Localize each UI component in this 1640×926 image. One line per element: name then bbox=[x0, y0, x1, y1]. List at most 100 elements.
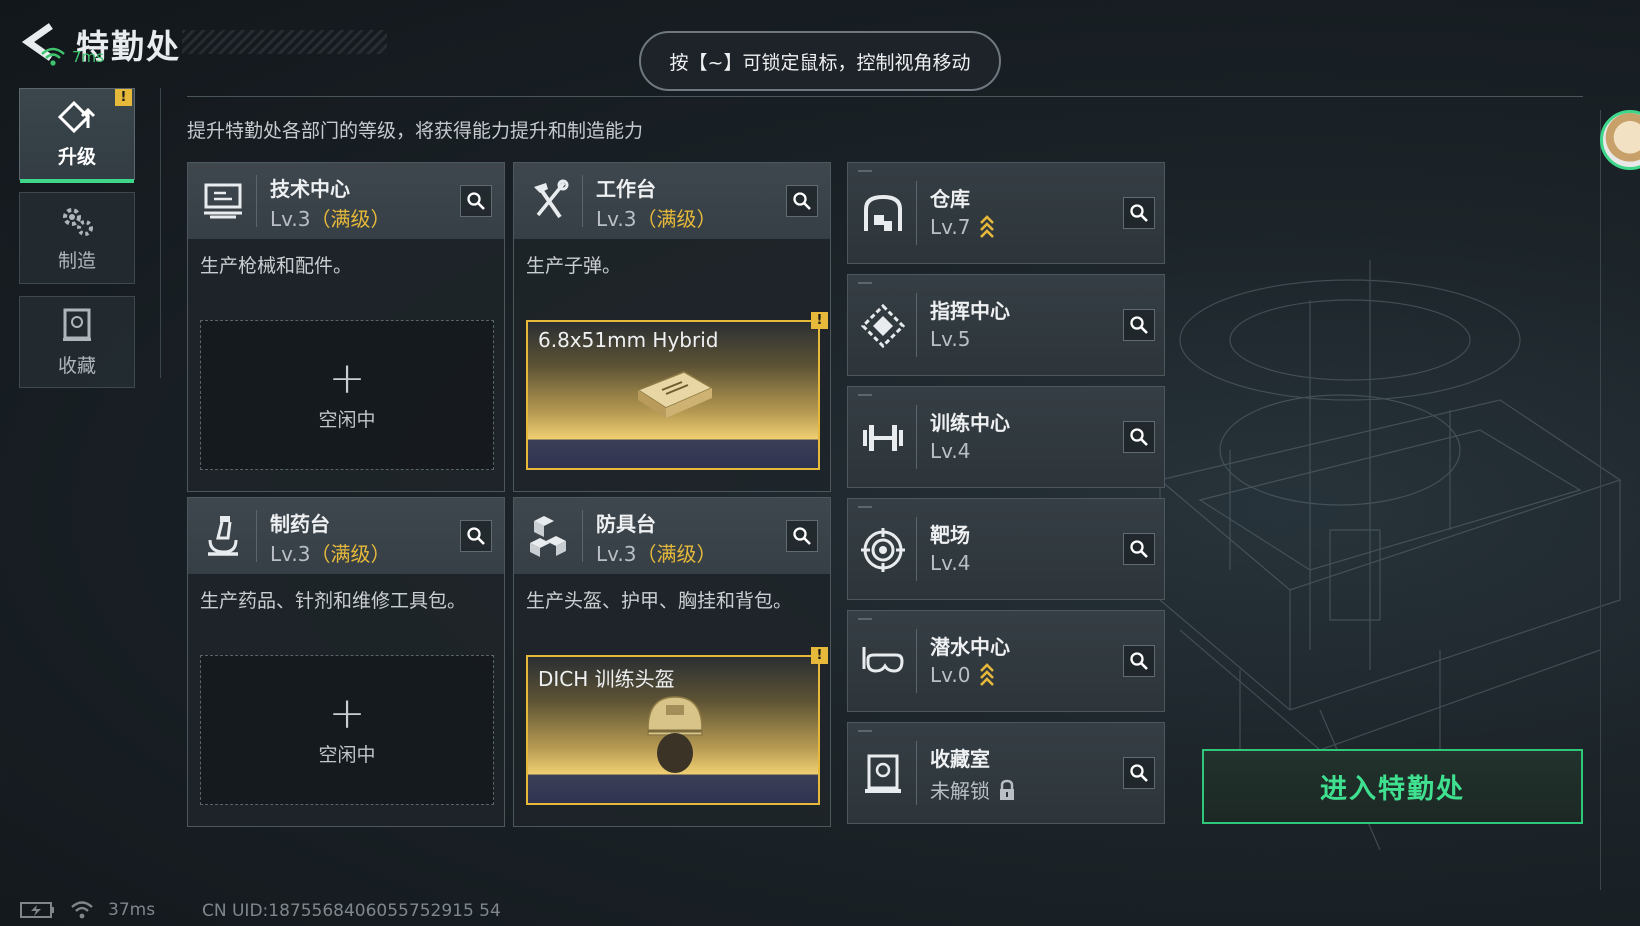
level-value: Lv.3 bbox=[270, 542, 311, 566]
production-slot-active[interactable]: 6.8x51mm Hybrid ! bbox=[526, 312, 828, 470]
command-center-icon bbox=[860, 303, 906, 349]
search-button[interactable] bbox=[1123, 533, 1155, 565]
plus-icon: + bbox=[328, 352, 366, 404]
facility-level: 未解锁 bbox=[930, 775, 1016, 804]
slot-status: 空闲中 bbox=[318, 408, 376, 431]
facility-level: Lv.7 bbox=[930, 215, 995, 239]
divider-line bbox=[916, 181, 917, 245]
max-level-tag: （满级） bbox=[310, 542, 391, 566]
facility-level: Lv.0 bbox=[930, 663, 995, 687]
ping-value: 7ms bbox=[72, 48, 104, 66]
facility-card-collection-room[interactable]: 收藏室 未解锁 bbox=[847, 722, 1165, 824]
facility-level: Lv.4 bbox=[930, 551, 971, 575]
search-icon bbox=[1130, 204, 1148, 222]
search-button[interactable] bbox=[1123, 757, 1155, 789]
search-icon bbox=[1130, 652, 1148, 670]
facility-name: 指挥中心 bbox=[930, 299, 1010, 323]
dept-name: 工作台 bbox=[596, 177, 656, 201]
search-button[interactable] bbox=[460, 520, 492, 552]
dept-name: 制药台 bbox=[270, 512, 330, 536]
divider-line bbox=[916, 405, 917, 469]
production-slot-empty[interactable]: + 空闲中 bbox=[200, 655, 494, 805]
production-slot-active[interactable]: DICH 训练头盔 ! bbox=[526, 647, 828, 805]
slot-status: 空闲中 bbox=[318, 743, 376, 766]
divider-line bbox=[256, 175, 257, 227]
dept-card-armor-bench[interactable]: 防具台 Lv.3（满级） 生产头盔、护甲、胸挂和背包。 DICH 训练头盔 ! bbox=[513, 497, 831, 827]
microscope-icon bbox=[208, 516, 238, 556]
level-value: Lv.0 bbox=[930, 663, 971, 687]
tab-label: 升级 bbox=[57, 145, 96, 168]
dept-level: Lv.3（满级） bbox=[596, 538, 717, 567]
dept-description: 生产枪械和配件。 bbox=[200, 255, 353, 277]
facility-card-warehouse[interactable]: 仓库 Lv.7 bbox=[847, 162, 1165, 264]
production-slot-empty[interactable]: + 空闲中 bbox=[200, 320, 494, 470]
alert-badge: ! bbox=[811, 312, 828, 329]
dept-name: 防具台 bbox=[596, 512, 656, 536]
upgrade-chevrons-icon bbox=[979, 215, 994, 238]
search-button[interactable] bbox=[786, 185, 818, 217]
search-button[interactable] bbox=[1123, 645, 1155, 677]
target-icon bbox=[861, 528, 905, 572]
divider-line bbox=[582, 510, 583, 562]
upgrade-icon bbox=[58, 100, 96, 133]
facility-card-shooting-range[interactable]: 靶场 Lv.4 bbox=[847, 498, 1165, 600]
tab-upgrade[interactable]: 升级 ! bbox=[19, 88, 135, 183]
search-icon bbox=[1130, 428, 1148, 446]
header-divider bbox=[187, 96, 1583, 97]
divider-line bbox=[160, 88, 161, 378]
search-icon bbox=[1130, 764, 1148, 782]
alert-badge: ! bbox=[115, 89, 132, 106]
diving-mask-icon bbox=[862, 647, 904, 673]
search-button[interactable] bbox=[1123, 421, 1155, 453]
title-decoration bbox=[182, 30, 387, 54]
search-icon bbox=[793, 192, 811, 210]
divider-line bbox=[256, 510, 257, 562]
ping-value: 37ms bbox=[108, 900, 156, 920]
gears-icon bbox=[63, 207, 93, 236]
facility-card-command-center[interactable]: 指挥中心 Lv.5 bbox=[847, 274, 1165, 376]
warehouse-icon bbox=[864, 194, 902, 231]
collection-room-icon bbox=[865, 754, 901, 793]
level-value: Lv.3 bbox=[596, 207, 637, 231]
search-icon bbox=[793, 527, 811, 545]
status-bar: 37ms bbox=[20, 900, 155, 920]
facility-card-training-center[interactable]: 训练中心 Lv.4 bbox=[847, 386, 1165, 488]
facility-name: 收藏室 bbox=[930, 747, 990, 771]
level-value: Lv.5 bbox=[930, 327, 971, 351]
search-button[interactable] bbox=[1123, 309, 1155, 341]
max-level-tag: （满级） bbox=[636, 542, 717, 566]
locked-status: 未解锁 bbox=[930, 779, 990, 803]
divider-line bbox=[916, 517, 917, 581]
facility-name: 仓库 bbox=[930, 187, 970, 211]
facility-name: 潜水中心 bbox=[930, 635, 1010, 659]
tab-collection[interactable]: 收藏 bbox=[19, 296, 135, 388]
dept-level: Lv.3（满级） bbox=[270, 203, 391, 232]
divider-line bbox=[916, 293, 917, 357]
tab-label: 制造 bbox=[57, 249, 96, 272]
lock-icon bbox=[1000, 779, 1014, 800]
alert-badge: ! bbox=[811, 647, 828, 664]
computer-icon bbox=[204, 183, 242, 219]
dept-level: Lv.3（满级） bbox=[270, 538, 391, 567]
facility-card-diving-center[interactable]: 潜水中心 Lv.0 bbox=[847, 610, 1165, 712]
hammer-wrench-icon bbox=[534, 179, 569, 219]
search-button[interactable] bbox=[1123, 197, 1155, 229]
network-status: 7ms bbox=[40, 46, 104, 68]
level-value: Lv.4 bbox=[930, 439, 971, 463]
dept-card-pharmacy[interactable]: 制药台 Lv.3（满级） 生产药品、针剂和维修工具包。 + 空闲中 bbox=[187, 497, 505, 827]
tab-craft[interactable]: 制造 bbox=[19, 192, 135, 284]
facility-name: 靶场 bbox=[930, 523, 970, 547]
dept-description: 生产子弹。 bbox=[526, 255, 622, 277]
search-button[interactable] bbox=[460, 185, 492, 217]
search-button[interactable] bbox=[786, 520, 818, 552]
dept-card-tech-center[interactable]: 技术中心 Lv.3（满级） 生产枪械和配件。 + 空闲中 bbox=[187, 162, 505, 492]
divider-line bbox=[1600, 110, 1601, 890]
level-value: Lv.7 bbox=[930, 215, 971, 239]
dept-level: Lv.3（满级） bbox=[596, 203, 717, 232]
dept-card-workbench[interactable]: 工作台 Lv.3（满级） 生产子弹。 6.8x51mm Hybrid ! bbox=[513, 162, 831, 492]
facility-name: 训练中心 bbox=[930, 411, 1010, 435]
battery-charging-icon bbox=[20, 902, 54, 918]
dept-description: 生产头盔、护甲、胸挂和背包。 bbox=[526, 590, 793, 612]
enter-special-ops-button[interactable]: 进入特勤处 bbox=[1202, 749, 1583, 824]
wifi-icon bbox=[71, 901, 93, 919]
